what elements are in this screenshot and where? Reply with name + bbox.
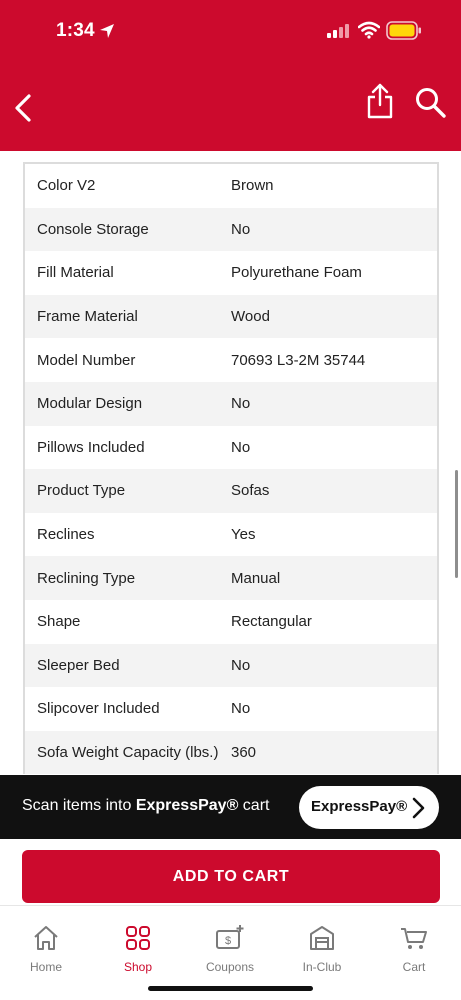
- status-time: 1:34: [56, 20, 95, 41]
- location-arrow-icon: [100, 24, 114, 38]
- spec-value: No: [231, 656, 251, 674]
- spec-key: Fill Material: [37, 264, 114, 282]
- expresspay-prefix: Scan items into: [22, 797, 136, 814]
- spec-key: Sleeper Bed: [37, 656, 120, 674]
- tab-label: Home: [29, 960, 62, 974]
- status-bar: 1:34: [0, 0, 461, 62]
- tab-coupons[interactable]: $ Coupons: [184, 906, 276, 986]
- spec-value: No: [231, 395, 251, 413]
- specifications-table: Color V2 Brown Console Storage No Fill M…: [23, 162, 439, 774]
- home-icon: [34, 926, 58, 950]
- spec-row: Reclines Yes: [25, 512, 437, 557]
- spec-key: Sofa Weight Capacity (lbs.): [37, 744, 219, 762]
- battery-icon: [386, 21, 421, 40]
- spec-value: No: [231, 220, 251, 238]
- spec-key: Modular Design: [37, 395, 143, 413]
- spec-row: Sofa Weight Capacity (lbs.) 360: [25, 730, 437, 774]
- tab-home[interactable]: Home: [0, 906, 92, 986]
- spec-key: Slipcover Included: [37, 700, 160, 718]
- spec-key: Frame Material: [37, 308, 138, 326]
- cart-icon: [401, 928, 427, 949]
- spec-value: Yes: [231, 526, 256, 544]
- chevron-right-icon: [412, 797, 425, 819]
- spec-row: Fill Material Polyurethane Foam: [25, 251, 437, 295]
- wifi-icon: [358, 21, 380, 39]
- search-icon[interactable]: [414, 86, 448, 120]
- tab-in-club[interactable]: In-Club: [276, 906, 368, 986]
- spec-row: Model Number 70693 L3-2M 35744: [25, 338, 437, 382]
- spec-value: 360: [231, 744, 257, 762]
- spec-row: Color V2 Brown: [25, 164, 437, 208]
- spec-value: 70693 L3-2M 35744: [231, 351, 366, 369]
- spec-key: Shape: [37, 613, 81, 631]
- spec-key: Color V2: [37, 177, 96, 195]
- add-to-cart-button[interactable]: ADD TO CART: [22, 850, 440, 903]
- spec-key: Console Storage: [37, 220, 149, 238]
- back-chevron-icon[interactable]: [10, 92, 38, 124]
- spec-row: Product Type Sofas: [25, 469, 437, 513]
- spec-value: Manual: [231, 569, 281, 587]
- spec-key: Model Number: [37, 351, 136, 369]
- share-icon[interactable]: [365, 82, 395, 120]
- spec-key: Reclining Type: [37, 569, 136, 587]
- tab-label: Cart: [402, 960, 426, 974]
- coupon-icon: $: [216, 925, 244, 949]
- store-icon: [310, 926, 334, 950]
- spec-row: Sleeper Bed No: [25, 643, 437, 688]
- spec-row: Pillows Included No: [25, 425, 437, 470]
- cellular-signal-icon: [327, 24, 349, 38]
- spec-key: Product Type: [37, 482, 126, 500]
- scrollbar[interactable]: [455, 470, 458, 578]
- spec-key: Pillows Included: [37, 438, 145, 456]
- spec-value: No: [231, 438, 251, 456]
- app-header: 1:34: [0, 0, 461, 151]
- tab-cart[interactable]: Cart: [368, 906, 460, 986]
- spec-row: Slipcover Included No: [25, 687, 437, 731]
- expresspay-button-label: ExpressPay®: [311, 798, 408, 815]
- spec-value: Wood: [231, 308, 270, 326]
- tab-label: Coupons: [205, 960, 255, 974]
- spec-row: Shape Rectangular: [25, 599, 437, 644]
- expresspay-suffix: cart: [238, 797, 270, 814]
- expresspay-brand: ExpressPay®: [135, 797, 239, 814]
- spec-value: No: [231, 700, 251, 718]
- home-indicator: [148, 986, 313, 991]
- spec-value: Rectangular: [231, 613, 312, 631]
- grid-icon: [126, 926, 150, 950]
- spec-value: Polyurethane Foam: [231, 264, 362, 282]
- svg-text:$: $: [225, 935, 231, 947]
- spec-row: Reclining Type Manual: [25, 556, 437, 600]
- expresspay-message: Scan items into ExpressPay® cart: [22, 797, 269, 815]
- tab-shop[interactable]: Shop: [92, 906, 184, 986]
- spec-row: Frame Material Wood: [25, 294, 437, 339]
- tab-label: Shop: [123, 960, 153, 974]
- tab-label: In-Club: [302, 960, 342, 974]
- spec-key: Reclines: [37, 526, 95, 544]
- spec-row: Modular Design No: [25, 381, 437, 426]
- spec-row: Console Storage No: [25, 207, 437, 252]
- spec-value: Sofas: [231, 482, 270, 500]
- spec-value: Brown: [231, 177, 274, 195]
